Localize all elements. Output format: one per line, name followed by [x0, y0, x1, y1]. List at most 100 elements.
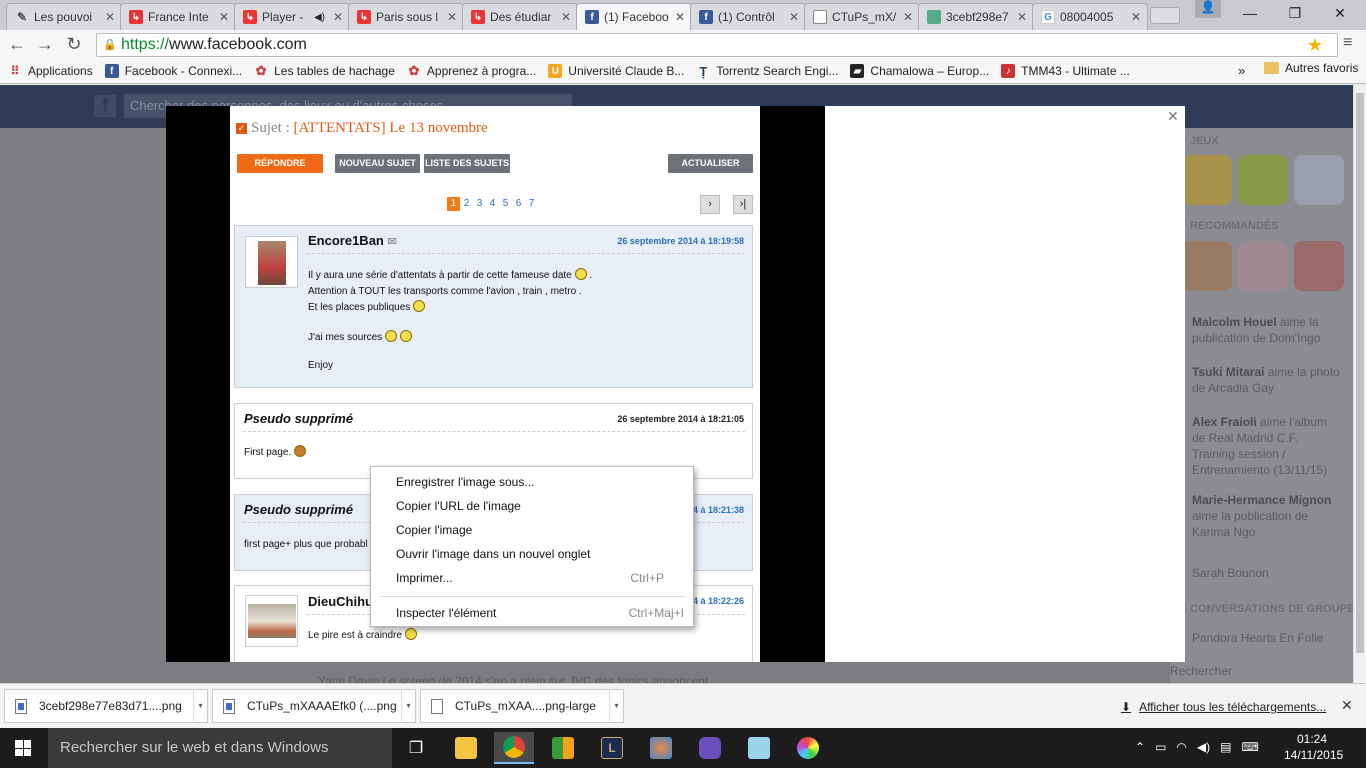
speaker-icon[interactable]: ◀) — [314, 12, 325, 23]
address-bar[interactable]: 🔒 https://www.facebook.com ★ — [96, 33, 1338, 57]
minimize-button[interactable]: — — [1228, 0, 1272, 26]
facebook-logo-icon[interactable]: f — [94, 95, 116, 117]
restore-button[interactable]: ❐ — [1273, 0, 1317, 26]
page-scrollbar[interactable] — [1353, 85, 1366, 683]
close-tab-icon[interactable]: ✕ — [673, 10, 687, 24]
download-item[interactable]: CTuPs_mXAA....png-large ▾ — [420, 689, 624, 723]
back-icon[interactable]: ← — [5, 33, 29, 55]
taskbar-search-input[interactable]: Rechercher sur le web et dans Windows — [48, 728, 392, 768]
windows-start-icon[interactable] — [15, 740, 31, 756]
page-link[interactable]: 2 — [460, 197, 473, 211]
menu-item-open-image-new-tab[interactable]: Ouvrir l'image dans un nouvel onglet — [396, 547, 686, 561]
chevron-down-icon[interactable]: ▾ — [401, 690, 415, 722]
chevron-up-icon[interactable]: ⌃ — [1135, 740, 1145, 754]
page-link[interactable]: 3 — [473, 197, 486, 211]
new-tab-button[interactable] — [1150, 7, 1180, 24]
post-author[interactable]: Encore1Ban ✉ — [308, 233, 397, 248]
activity-item[interactable]: Alex Fraioli aime l'album de Real Madrid… — [1192, 414, 1342, 478]
reload-icon[interactable]: ↻ — [62, 33, 86, 55]
game-thumbnail[interactable] — [1294, 155, 1344, 205]
close-lightbox-icon[interactable]: ✕ — [1167, 108, 1179, 125]
post-author[interactable]: DieuChihu — [308, 594, 373, 609]
close-tab-icon[interactable]: ✕ — [787, 10, 801, 24]
page-link[interactable]: 6 — [512, 197, 525, 211]
chevron-down-icon[interactable]: ▾ — [193, 690, 207, 722]
tab-etudiants[interactable]: ↳ Des étudiar ✕ — [462, 3, 578, 30]
close-tab-icon[interactable]: ✕ — [1015, 10, 1029, 24]
page-link[interactable]: 4 — [486, 197, 499, 211]
close-tab-icon[interactable]: ✕ — [1129, 10, 1143, 24]
download-item[interactable]: CTuPs_mXAAAEfk0 (....png ▾ — [212, 689, 416, 723]
game-controller-icon[interactable] — [690, 732, 730, 764]
close-tab-icon[interactable]: ✕ — [559, 10, 573, 24]
paint-icon[interactable] — [641, 732, 681, 764]
forward-icon[interactable]: → — [33, 33, 57, 55]
game-thumbnail[interactable] — [1182, 155, 1232, 205]
close-tab-icon[interactable]: ✕ — [103, 10, 117, 24]
bookmark-star-icon[interactable]: ★ — [1307, 35, 1323, 56]
bookmark-torrentz[interactable]: Ṭ Torrentz Search Engi... — [696, 64, 838, 79]
close-tab-icon[interactable]: ✕ — [217, 10, 231, 24]
tab-les-pouvoi[interactable]: ✎ Les pouvoi ✕ — [6, 3, 122, 30]
close-tab-icon[interactable]: ✕ — [901, 10, 915, 24]
chrome-icon[interactable] — [494, 732, 534, 764]
chat-contact[interactable]: Sarah Bounon — [1192, 565, 1342, 581]
wifi-icon[interactable]: ◠ — [1176, 740, 1186, 754]
game-thumbnail[interactable] — [1182, 241, 1232, 291]
page-link-current[interactable]: 1 — [447, 197, 460, 211]
battery-icon[interactable]: ▭ — [1155, 740, 1166, 754]
mail-icon[interactable]: ✉ — [388, 236, 397, 248]
show-all-downloads-link[interactable]: ⬇ Afficher tous les téléchargements... — [1121, 700, 1326, 714]
tab-paris[interactable]: ↳ Paris sous l ✕ — [348, 3, 464, 30]
close-download-shelf-icon[interactable]: ✕ — [1341, 697, 1353, 714]
menu-item-copy-image-url[interactable]: Copier l'URL de l'image — [396, 499, 686, 513]
bookmark-applications[interactable]: ⠿ Applications — [8, 64, 93, 78]
menu-item-inspect[interactable]: Inspecter l'élément Ctrl+Maj+I — [396, 606, 686, 620]
notepad-icon[interactable] — [739, 732, 779, 764]
activity-item[interactable]: Malcolm Houel aime la publication de Dom… — [1192, 314, 1342, 346]
group-conversation[interactable]: Pandora Hearts En Folie — [1192, 630, 1342, 646]
other-bookmarks-folder[interactable]: Autres favoris — [1264, 61, 1358, 75]
tab-player[interactable]: ↳ Player - ◀) ✕ — [234, 3, 350, 30]
chrome-menu-icon[interactable]: ≡ — [1343, 34, 1352, 52]
new-topic-button[interactable]: NOUVEAU SUJET — [335, 154, 420, 173]
file-explorer-icon[interactable] — [446, 732, 486, 764]
bookmark-universite[interactable]: U Université Claude B... — [548, 64, 684, 78]
tab-3cebf298[interactable]: 3cebf298e7 ✕ — [918, 3, 1034, 30]
close-window-button[interactable]: ✕ — [1318, 0, 1362, 26]
menu-item-save-image[interactable]: Enregistrer l'image sous... — [396, 475, 686, 489]
download-item[interactable]: 3cebf298e77e83d71....png ▾ — [4, 689, 208, 723]
close-tab-icon[interactable]: ✕ — [445, 10, 459, 24]
volume-icon[interactable]: ◀) — [1197, 740, 1210, 754]
activity-item[interactable]: Marie-Hermance Mignon aime la publicatio… — [1192, 492, 1342, 540]
close-tab-icon[interactable]: ✕ — [331, 10, 345, 24]
chat-search[interactable]: Rechercher — [1170, 663, 1320, 679]
bookmark-tmm43[interactable]: ♪ TMM43 - Ultimate ... — [1001, 64, 1130, 78]
tab-facebook-active[interactable]: f (1) Faceboo ✕ — [576, 3, 692, 30]
profile-button[interactable]: 👤 — [1195, 0, 1221, 18]
topic-list-button[interactable]: LISTE DES SUJETS — [424, 154, 510, 173]
keyboard-icon[interactable]: ⌨ — [1241, 740, 1258, 754]
menu-item-copy-image[interactable]: Copier l'image — [396, 523, 686, 537]
clock[interactable]: 01:24 14/11/2015 — [1284, 731, 1343, 763]
tab-france-inter[interactable]: ↳ France Inte ✕ — [120, 3, 236, 30]
bookmarks-overflow-button[interactable]: » — [1238, 63, 1245, 78]
notification-icon[interactable]: ▤ — [1220, 740, 1231, 754]
refresh-button[interactable]: ACTUALISER — [668, 154, 753, 173]
app-icon[interactable] — [788, 732, 828, 764]
league-of-legends-icon[interactable]: L — [592, 732, 632, 764]
game-thumbnail[interactable] — [1238, 155, 1288, 205]
page-link[interactable]: 7 — [525, 197, 538, 211]
menu-item-print[interactable]: Imprimer... Ctrl+P — [396, 571, 686, 585]
tab-ctups[interactable]: CTuPs_mX/✕ — [804, 3, 920, 30]
activity-item[interactable]: Tsuki Mitarai aime la photo de Arcadia G… — [1192, 364, 1342, 396]
game-thumbnail[interactable] — [1238, 241, 1288, 291]
tab-facebook-controle[interactable]: f (1) Contrôl ✕ — [690, 3, 806, 30]
task-view-icon[interactable]: ❐ — [396, 732, 436, 764]
scrollbar-thumb[interactable] — [1356, 93, 1364, 653]
bookmark-apprenez[interactable]: ✿ Apprenez à progra... — [407, 63, 536, 78]
next-page-icon[interactable]: › — [700, 195, 720, 214]
tab-google[interactable]: G 08004005 ✕ — [1032, 3, 1148, 30]
minecraft-icon[interactable] — [543, 732, 583, 764]
bookmark-facebook[interactable]: f Facebook - Connexi... — [104, 64, 242, 78]
